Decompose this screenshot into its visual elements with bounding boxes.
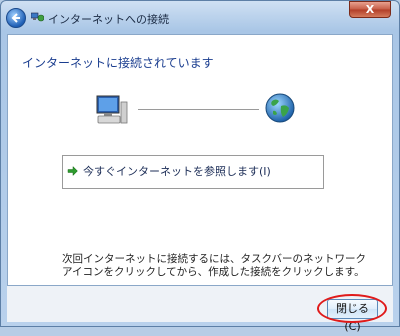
network-icon (31, 12, 44, 22)
window-title: インターネットへの接続 (48, 13, 169, 26)
back-arrow-icon (11, 13, 20, 23)
window-close-button[interactable]: X (349, 1, 391, 18)
info-text-line-2: アイコンをクリックしてから、作成した接続をクリックします。 (62, 266, 365, 278)
computer-icon (96, 95, 128, 124)
close-icon: X (365, 3, 375, 16)
globe-icon (265, 93, 295, 123)
highlight-circle (317, 294, 387, 323)
connection-line (138, 109, 259, 110)
page-heading: インターネットに接続されています (22, 56, 214, 70)
green-arrow-icon (67, 166, 78, 176)
browse-internet-label[interactable]: 今すぐインターネットを参照します(I) (83, 163, 271, 179)
back-button[interactable] (6, 8, 26, 28)
title-bar: インターネットへの接続 X (0, 0, 398, 34)
